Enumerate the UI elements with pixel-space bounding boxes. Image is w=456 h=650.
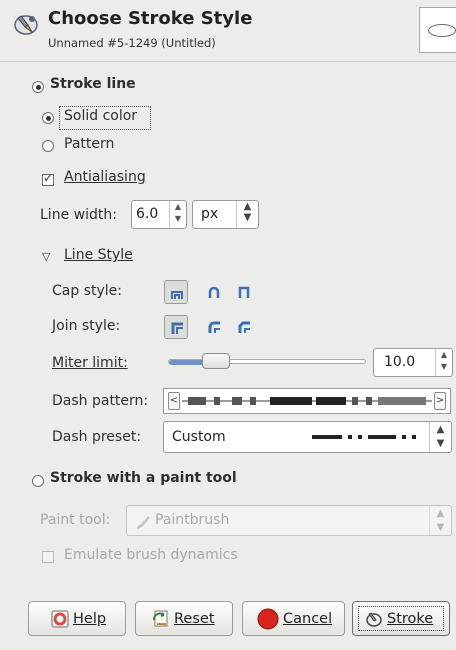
- line-style-expander[interactable]: Line Style: [64, 247, 133, 263]
- join-round-icon: [208, 321, 220, 333]
- stroke-paint-tool-radio[interactable]: [32, 475, 44, 487]
- stroke-button-label[interactable]: Stroke: [387, 611, 433, 627]
- reset-button[interactable]: Reset: [135, 601, 233, 636]
- spinner-arrows-icon[interactable]: ▲ ▼: [169, 201, 186, 228]
- dash-preset-value[interactable]: Custom: [172, 429, 226, 445]
- join-miter-button[interactable]: [164, 315, 188, 339]
- emulate-dynamics-label[interactable]: Emulate brush dynamics: [64, 547, 238, 563]
- solid-color-radio[interactable]: [42, 112, 54, 124]
- cancel-button[interactable]: Cancel: [242, 601, 345, 636]
- join-round-button[interactable]: [202, 315, 226, 339]
- stroke-paint-tool-label[interactable]: Stroke with a paint tool: [50, 470, 237, 486]
- help-button[interactable]: Help: [28, 601, 126, 636]
- line-width-value[interactable]: 6.0: [136, 206, 158, 222]
- dash-preset-label: Dash preset:: [52, 429, 142, 445]
- emulate-dynamics-checkbox[interactable]: [42, 551, 54, 563]
- miter-limit-slider-handle[interactable]: [202, 353, 230, 369]
- dash-preset-swatch: [312, 435, 416, 439]
- help-button-label[interactable]: Help: [73, 611, 106, 627]
- cap-round-icon: [208, 286, 220, 298]
- join-miter-icon: [171, 322, 183, 334]
- reset-icon: [153, 610, 168, 627]
- unit-select[interactable]: px ▲ ▼: [192, 200, 259, 229]
- pattern-label[interactable]: Pattern: [64, 136, 114, 152]
- paintbrush-icon: [137, 516, 150, 529]
- stroke-line-radio[interactable]: [32, 81, 44, 93]
- miter-limit-track[interactable]: [168, 359, 366, 365]
- dash-pattern-editor[interactable]: < >: [163, 388, 451, 414]
- join-bevel-icon: [238, 321, 250, 333]
- dash-pattern-label: Dash pattern:: [52, 393, 149, 409]
- dash-scroll-left-icon[interactable]: <: [168, 392, 180, 410]
- cap-square-button[interactable]: [232, 280, 256, 304]
- chevron-updown-icon[interactable]: ▲ ▼: [429, 506, 451, 535]
- reset-button-label[interactable]: Reset: [174, 611, 215, 627]
- stroke-dialog-icon: [14, 15, 38, 35]
- miter-limit-label: Miter limit:: [52, 355, 128, 371]
- cap-style-label: Cap style:: [52, 283, 122, 299]
- join-style-label: Join style:: [52, 318, 121, 334]
- dash-pattern-preview: [182, 397, 432, 405]
- dash-scroll-right-icon[interactable]: >: [434, 392, 446, 410]
- miter-limit-spinner[interactable]: 10.0 ▲ ▼: [373, 348, 453, 377]
- cap-square-icon: [238, 286, 250, 298]
- cancel-stop-icon: [257, 608, 279, 630]
- paint-tool-select[interactable]: Paintbrush ▲ ▼: [126, 505, 452, 536]
- cap-butt-button[interactable]: [164, 280, 188, 304]
- chevron-updown-icon[interactable]: ▲ ▼: [429, 422, 451, 452]
- chevron-updown-icon[interactable]: ▲ ▼: [236, 201, 258, 228]
- stroke-button[interactable]: Stroke: [352, 601, 450, 636]
- paint-tool-value[interactable]: Paintbrush: [155, 512, 229, 528]
- cap-butt-icon: [171, 291, 183, 299]
- antialiasing-checkbox[interactable]: [42, 171, 54, 186]
- cancel-button-label[interactable]: Cancel: [283, 611, 332, 627]
- line-width-label: Line width:: [40, 207, 117, 223]
- unit-value[interactable]: px: [201, 206, 218, 222]
- expander-arrow-icon[interactable]: ▽: [42, 250, 50, 263]
- join-bevel-button[interactable]: [232, 315, 256, 339]
- dialog-header: Choose Stroke Style Unnamed #5-1249 (Unt…: [0, 0, 456, 62]
- line-width-spinner[interactable]: 6.0 ▲ ▼: [131, 200, 187, 229]
- path-preview: [419, 7, 456, 53]
- help-icon: [51, 610, 69, 628]
- miter-limit-value[interactable]: 10.0: [384, 354, 415, 370]
- spinner-arrows-icon[interactable]: ▲ ▼: [435, 349, 452, 376]
- antialiasing-label[interactable]: Antialiasing: [64, 169, 146, 185]
- stroke-icon: [366, 612, 382, 627]
- dialog-title: Choose Stroke Style: [48, 8, 253, 29]
- stroke-line-label[interactable]: Stroke line: [50, 76, 136, 92]
- paint-tool-label: Paint tool:: [40, 512, 111, 528]
- solid-color-label[interactable]: Solid color: [64, 108, 137, 124]
- dialog-subtitle: Unnamed #5-1249 (Untitled): [48, 36, 216, 50]
- dash-preset-select[interactable]: Custom ▲ ▼: [163, 421, 452, 453]
- cap-round-button[interactable]: [202, 280, 226, 304]
- pattern-radio[interactable]: [42, 140, 54, 152]
